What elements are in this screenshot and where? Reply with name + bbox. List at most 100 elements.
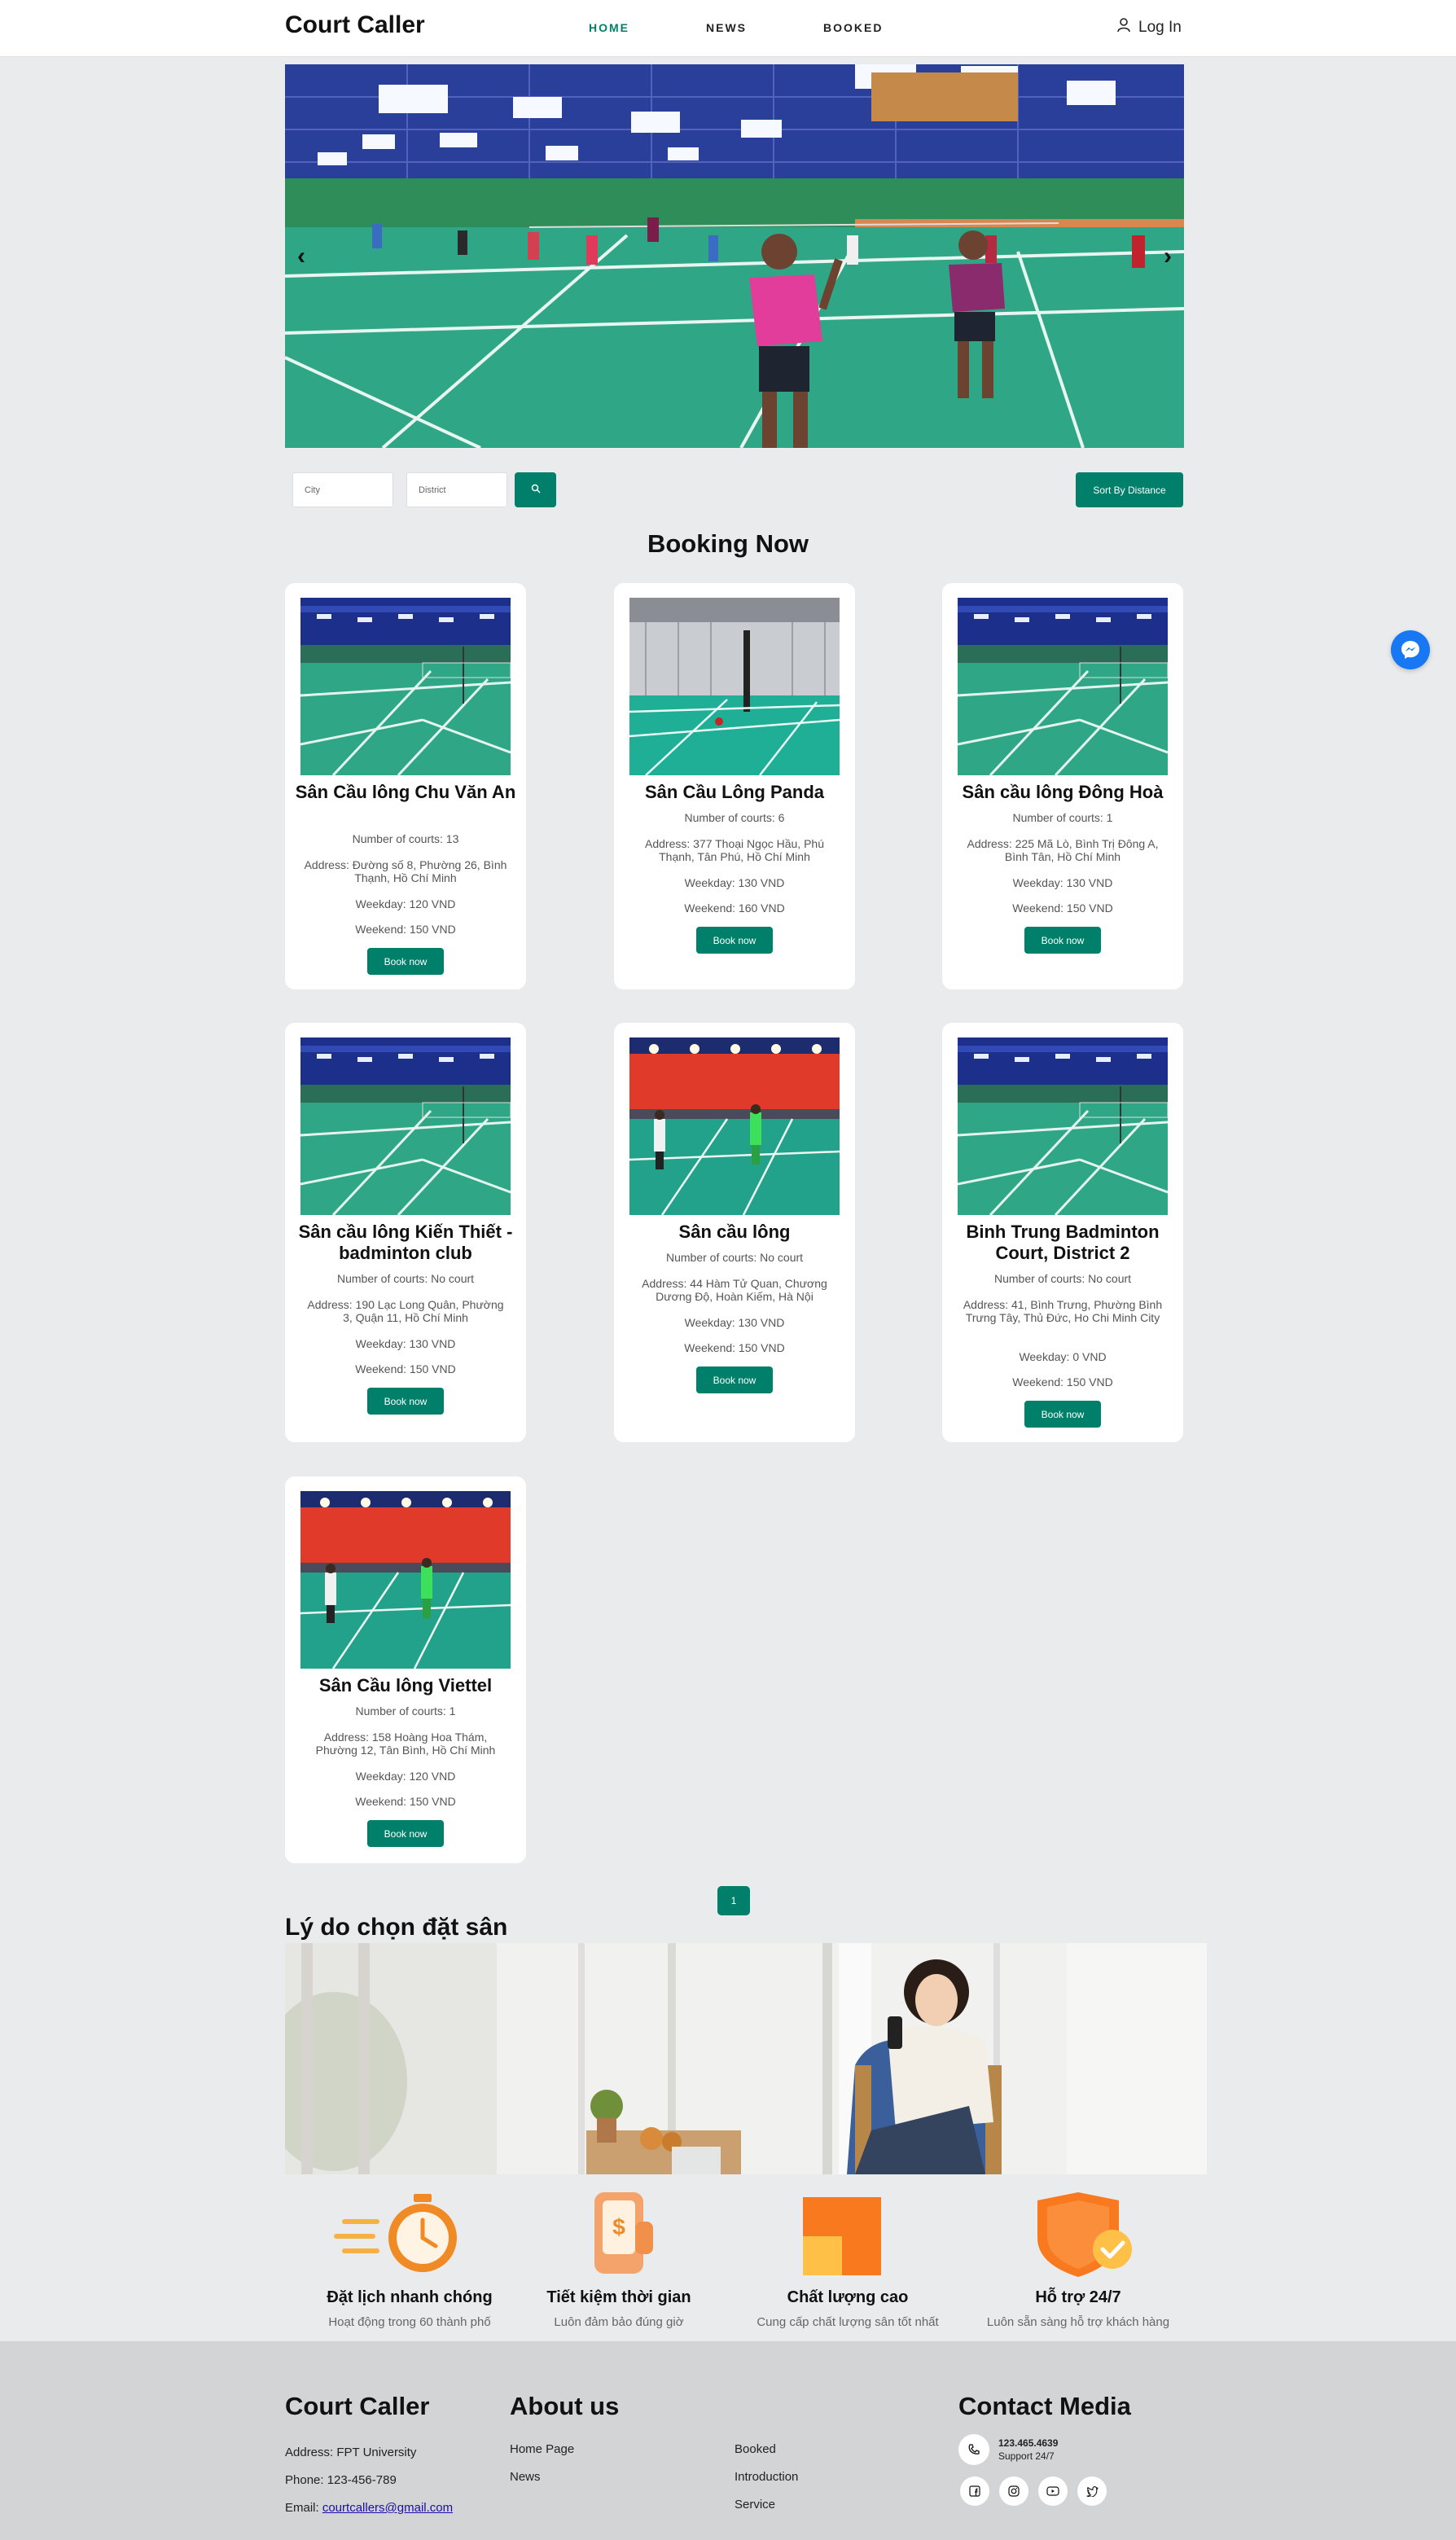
- quality-square-icon: [742, 2189, 954, 2279]
- twitter-icon[interactable]: [1077, 2476, 1107, 2506]
- court-weekend-price: Weekend: 150 VND: [355, 1362, 456, 1375]
- header: Court Caller HOME NEWS BOOKED Log In: [0, 0, 1456, 57]
- footer-link-home[interactable]: Home Page: [510, 2442, 574, 2456]
- court-weekday-price: Weekday: 130 VND: [355, 1337, 456, 1350]
- book-now-button[interactable]: Book now: [696, 927, 773, 954]
- court-weekday-price: Weekday: 0 VND: [1019, 1350, 1107, 1363]
- about-title: About us: [510, 2392, 620, 2420]
- feature-save-time: $ Tiết kiệm thời gian Luôn đảm bảo đúng …: [513, 2189, 725, 2329]
- book-now-button[interactable]: Book now: [1024, 927, 1101, 954]
- footer-email-label: Email:: [285, 2501, 322, 2515]
- book-now-button[interactable]: Book now: [696, 1367, 773, 1393]
- court-address: Address: 225 Mã Lò, Bình Trị Đông A, Bìn…: [967, 837, 1159, 863]
- court-weekday-price: Weekday: 130 VND: [684, 876, 785, 889]
- court-count: Number of courts: No court: [665, 1251, 804, 1264]
- book-now-button[interactable]: Book now: [367, 948, 444, 975]
- youtube-icon[interactable]: [1038, 2476, 1068, 2506]
- feature-high-quality: Chất lượng cao Cung cấp chất lượng sân t…: [742, 2189, 954, 2329]
- court-name[interactable]: Sân cầu lông Đông Hoà: [950, 782, 1175, 803]
- shield-check-icon: [972, 2189, 1184, 2279]
- pagination-page-1[interactable]: 1: [717, 1886, 750, 1915]
- court-weekend-price: Weekend: 150 VND: [1012, 902, 1113, 915]
- carousel-prev-icon[interactable]: ‹: [285, 240, 318, 273]
- footer-link-introduction[interactable]: Introduction: [735, 2470, 798, 2484]
- feature-desc: Luôn đảm bảo đúng giờ: [554, 2315, 684, 2329]
- court-count: Number of courts: No court: [993, 1272, 1132, 1285]
- book-now-button[interactable]: Book now: [1024, 1401, 1101, 1428]
- footer-brand: Court Caller: [285, 2392, 430, 2420]
- court-count: Number of courts: No court: [336, 1272, 475, 1285]
- footer-phone: Phone: 123-456-789: [285, 2473, 397, 2487]
- booking-title: Booking Now: [647, 529, 809, 558]
- court-address: Address: 190 Lạc Long Quân, Phường 3, Qu…: [307, 1298, 504, 1324]
- feature-desc: Hoạt động trong 60 thành phố: [328, 2315, 491, 2329]
- nav-home[interactable]: HOME: [589, 21, 629, 34]
- court-name[interactable]: Sân cầu lông Kiến Thiết - badminton club: [293, 1222, 518, 1264]
- court-weekday-price: Weekday: 120 VND: [355, 897, 456, 910]
- court-image[interactable]: [300, 1491, 511, 1669]
- city-input[interactable]: [292, 472, 393, 507]
- footer-link-news[interactable]: News: [510, 2470, 541, 2484]
- feature-title: Hỗ trợ 24/7: [1035, 2288, 1121, 2306]
- feature-desc: Luôn sẵn sàng hỗ trợ khách hàng: [986, 2315, 1170, 2329]
- court-address: Address: 377 Thoại Ngọc Hầu, Phú Thạnh, …: [645, 837, 824, 863]
- feature-desc: Cung cấp chất lượng sân tốt nhất: [757, 2315, 939, 2329]
- stopwatch-icon: [304, 2189, 515, 2279]
- court-address: Address: 41, Bình Trưng, Phường Bình Trư…: [963, 1298, 1163, 1324]
- logo[interactable]: Court Caller: [285, 11, 425, 39]
- court-name[interactable]: Sân Cầu lông Viettel: [293, 1675, 518, 1696]
- court-image[interactable]: [300, 598, 511, 775]
- court-count: Number of courts: 1: [355, 1704, 456, 1717]
- nav-news[interactable]: NEWS: [706, 21, 747, 34]
- court-name[interactable]: Sân Cầu lông Chu Văn An: [293, 782, 518, 803]
- login-button[interactable]: Log In: [1117, 18, 1182, 37]
- footer-email: Email: courtcallers@gmail.com: [285, 2501, 453, 2515]
- court-weekend-price: Weekend: 160 VND: [684, 902, 785, 915]
- court-weekday-price: Weekday: 120 VND: [355, 1770, 456, 1783]
- login-label: Log In: [1138, 19, 1182, 36]
- court-image[interactable]: [629, 1037, 840, 1215]
- contact-phone: 123.465.4639: [998, 2437, 1059, 2449]
- court-image[interactable]: [629, 598, 840, 775]
- search-icon: [531, 483, 541, 498]
- book-now-button[interactable]: Book now: [367, 1388, 444, 1415]
- messenger-icon[interactable]: [1391, 630, 1430, 669]
- book-now-button[interactable]: Book now: [367, 1820, 444, 1847]
- court-count: Number of courts: 13: [352, 832, 459, 845]
- court-address: Address: 158 Hoàng Hoa Thám, Phường 12, …: [315, 1731, 496, 1757]
- why-title: Lý do chọn đặt sân: [285, 1914, 508, 1941]
- court-weekend-price: Weekend: 150 VND: [355, 923, 456, 936]
- court-card: Sân Cầu Lông Panda Number of courts: 6 A…: [614, 583, 855, 989]
- phone-icon[interactable]: [958, 2434, 989, 2465]
- svg-text:$: $: [612, 2214, 625, 2239]
- footer: Court Caller Address: FPT University Pho…: [0, 2341, 1456, 2540]
- why-banner-image: [285, 1943, 1207, 2174]
- court-weekend-price: Weekend: 150 VND: [1012, 1375, 1113, 1388]
- contact-title: Contact Media: [958, 2392, 1131, 2420]
- footer-email-link[interactable]: courtcallers@gmail.com: [322, 2501, 453, 2515]
- court-address: Address: 44 Hàm Tử Quan, Chương Dương Độ…: [642, 1277, 827, 1303]
- court-image[interactable]: [958, 1037, 1168, 1215]
- phone-money-icon: $: [513, 2189, 725, 2279]
- instagram-icon[interactable]: [999, 2476, 1028, 2506]
- nav-booked[interactable]: BOOKED: [823, 21, 883, 34]
- user-icon: [1117, 18, 1130, 37]
- search-button[interactable]: [515, 472, 556, 507]
- hero-carousel[interactable]: ‹ ›: [285, 64, 1184, 448]
- feature-title: Tiết kiệm thời gian: [546, 2288, 691, 2306]
- carousel-next-icon[interactable]: ›: [1151, 240, 1184, 273]
- court-weekday-price: Weekday: 130 VND: [1012, 876, 1113, 889]
- feature-title: Chất lượng cao: [787, 2288, 909, 2306]
- court-name[interactable]: Binh Trung Badminton Court, District 2: [950, 1222, 1175, 1264]
- court-name[interactable]: Sân cầu lông: [622, 1222, 847, 1243]
- footer-link-service[interactable]: Service: [735, 2498, 775, 2511]
- hero-image: [285, 64, 1184, 448]
- facebook-icon[interactable]: [960, 2476, 989, 2506]
- court-image[interactable]: [300, 1037, 511, 1215]
- feature-title: Đặt lịch nhanh chóng: [327, 2288, 493, 2306]
- court-name[interactable]: Sân Cầu Lông Panda: [622, 782, 847, 803]
- district-input[interactable]: [406, 472, 507, 507]
- sort-by-distance-button[interactable]: Sort By Distance: [1076, 472, 1183, 507]
- court-image[interactable]: [958, 598, 1168, 775]
- footer-link-booked[interactable]: Booked: [735, 2442, 776, 2456]
